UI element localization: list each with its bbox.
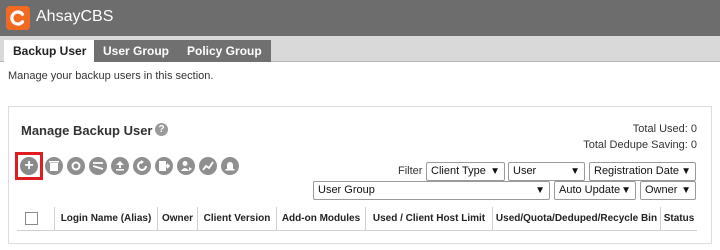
table-header: Login Name (Alias) Owner Client Version … (17, 207, 697, 231)
user-move-icon[interactable] (177, 157, 195, 175)
tab-policy-group[interactable]: Policy Group (178, 40, 271, 62)
refresh-icon[interactable] (133, 157, 151, 175)
upload-icon[interactable] (111, 157, 129, 175)
app-title: AhsayCBS (36, 8, 114, 25)
chevron-down-icon: ▼ (681, 185, 691, 196)
help-icon[interactable]: ? (155, 123, 168, 136)
user-select[interactable]: User ▼ (508, 162, 585, 181)
delete-icon[interactable] (45, 157, 63, 175)
tools-icon[interactable] (89, 157, 107, 175)
column-status[interactable]: Status (661, 207, 697, 231)
chevron-down-icon: ▼ (621, 185, 631, 196)
tab-bar: Backup User User Group Policy Group (0, 36, 720, 63)
ahsay-logo-icon (6, 6, 30, 30)
total-dedupe-saving: Total Dedupe Saving: 0 (583, 139, 697, 151)
column-used-quota[interactable]: Used/Quota/Deduped/Recycle Bin (493, 207, 661, 231)
column-used-host-limit[interactable]: Used / Client Host Limit (366, 207, 493, 231)
user-group-select[interactable]: User Group ▼ (313, 181, 550, 200)
column-login-name[interactable]: Login Name (Alias) (55, 207, 158, 231)
chart-icon[interactable] (199, 157, 217, 175)
tab-user-group[interactable]: User Group (94, 40, 179, 62)
column-addon-modules[interactable]: Add-on Modules (277, 207, 366, 231)
total-used: Total Used: 0 (632, 123, 697, 135)
section-description: Manage your backup users in this section… (8, 70, 214, 82)
auto-update-select[interactable]: Auto Update ▼ (554, 181, 636, 200)
client-type-select[interactable]: Client Type ▼ (426, 162, 505, 181)
owner-value: Owner (645, 184, 678, 196)
export-icon[interactable] (155, 157, 173, 175)
chevron-down-icon: ▼ (535, 185, 545, 196)
notification-icon[interactable] (221, 157, 239, 175)
column-client-version[interactable]: Client Version (198, 207, 277, 231)
manage-backup-user-panel: Manage Backup User ? Total Used: 0 Total… (8, 106, 712, 244)
settings-icon[interactable] (67, 157, 85, 175)
chevron-down-icon: ▼ (681, 166, 691, 177)
tab-backup-user[interactable]: Backup User (4, 40, 96, 63)
client-type-value: Client Type (431, 165, 486, 177)
select-all-cell (17, 207, 55, 231)
auto-update-value: Auto Update (559, 184, 621, 196)
chevron-down-icon: ▼ (570, 166, 580, 177)
registration-date-value: Registration Date (594, 165, 679, 177)
select-all-checkbox[interactable] (25, 212, 38, 225)
add-icon[interactable]: + (20, 157, 38, 175)
column-owner[interactable]: Owner (158, 207, 198, 231)
user-value: User (513, 165, 537, 177)
panel-title: Manage Backup User (21, 123, 153, 138)
user-group-value: User Group (318, 184, 375, 196)
registration-date-select[interactable]: Registration Date ▼ (589, 162, 696, 181)
chevron-down-icon: ▼ (490, 166, 500, 177)
owner-select[interactable]: Owner ▼ (640, 181, 696, 200)
filter-label: Filter (398, 165, 423, 177)
top-bar: AhsayCBS (0, 0, 720, 36)
